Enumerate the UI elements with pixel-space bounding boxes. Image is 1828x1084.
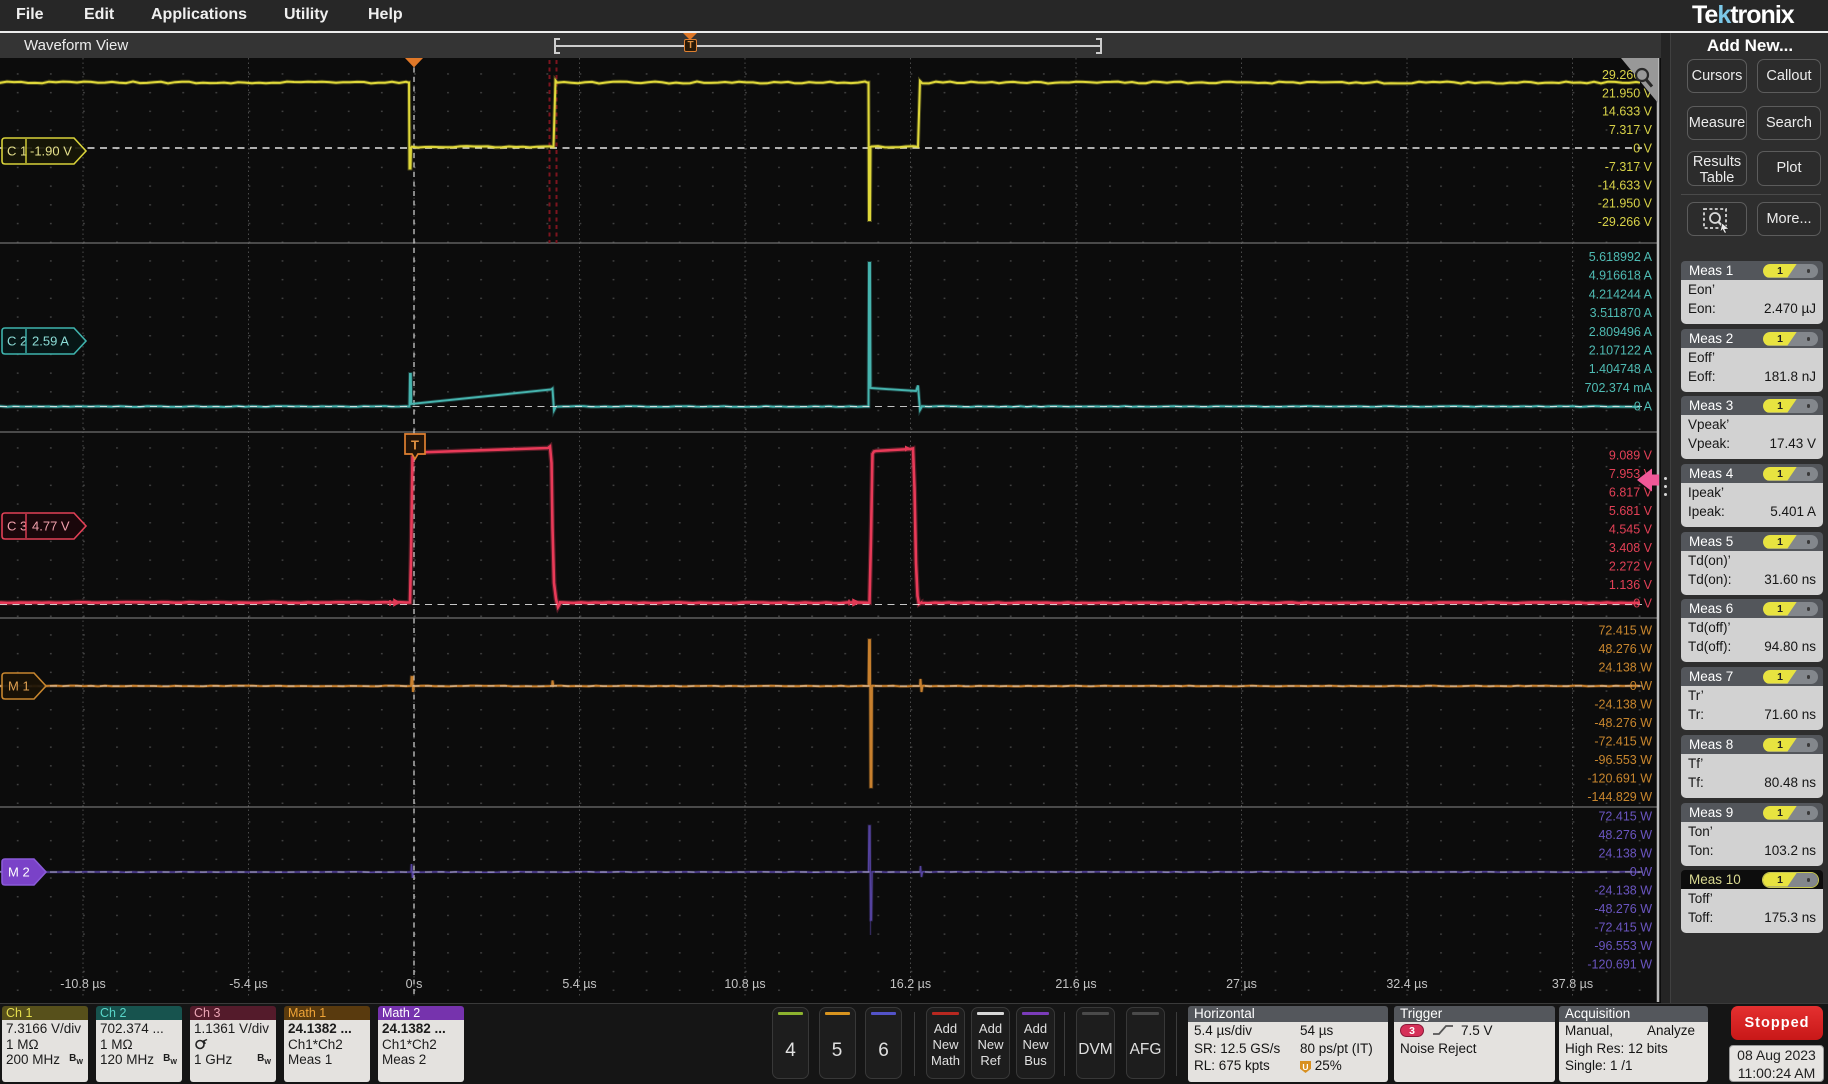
svg-text:0 W: 0 W (1630, 865, 1652, 879)
svg-text:-96.553 W: -96.553 W (1594, 753, 1652, 767)
svg-text:5.681 V: 5.681 V (1609, 504, 1653, 518)
svg-text:24.138 W: 24.138 W (1598, 847, 1652, 861)
svg-text:21.6 µs: 21.6 µs (1055, 977, 1096, 991)
svg-text:3.408 V: 3.408 V (1609, 541, 1653, 555)
svg-text:-48.276 W: -48.276 W (1594, 716, 1652, 730)
svg-text:48.276 W: 48.276 W (1598, 828, 1652, 842)
svg-text:-144.829 W: -144.829 W (1587, 790, 1652, 804)
svg-text:M 2: M 2 (8, 865, 30, 880)
svg-text:32.4 µs: 32.4 µs (1386, 977, 1427, 991)
svg-text:-24.138 W: -24.138 W (1594, 884, 1652, 898)
svg-text:27 µs: 27 µs (1226, 977, 1257, 991)
svg-text:10.8 µs: 10.8 µs (724, 977, 765, 991)
svg-text:1.136 V: 1.136 V (1609, 578, 1653, 592)
svg-text:24.138 W: 24.138 W (1598, 661, 1652, 675)
svg-text:0 W: 0 W (1630, 679, 1652, 693)
svg-text:-120.691 W: -120.691 W (1587, 772, 1652, 786)
svg-text:-14.633 V: -14.633 V (1598, 178, 1653, 192)
svg-text:7.317 V: 7.317 V (1609, 123, 1653, 137)
svg-text:-72.415 W: -72.415 W (1594, 921, 1652, 935)
svg-text:-29.266 V: -29.266 V (1598, 215, 1653, 229)
svg-text:2.272 V: 2.272 V (1609, 560, 1653, 574)
svg-text:16.2 µs: 16.2 µs (890, 977, 931, 991)
svg-text:-24.138 W: -24.138 W (1594, 698, 1652, 712)
svg-text:48.276 W: 48.276 W (1598, 642, 1652, 656)
svg-text:C 2: C 2 (7, 334, 27, 349)
svg-text:72.415 W: 72.415 W (1598, 810, 1652, 824)
svg-text:-21.950 V: -21.950 V (1598, 197, 1653, 211)
svg-text:6.817 V: 6.817 V (1609, 486, 1653, 500)
svg-text:T: T (411, 438, 419, 453)
svg-text:-120.691 W: -120.691 W (1587, 958, 1652, 972)
svg-text:-72.415 W: -72.415 W (1594, 735, 1652, 749)
svg-text:4.916618 A: 4.916618 A (1589, 269, 1653, 283)
svg-text:0 s: 0 s (406, 977, 423, 991)
svg-text:-1.90 V: -1.90 V (30, 144, 72, 159)
svg-text:C 1: C 1 (7, 144, 27, 159)
svg-text:-96.553 W: -96.553 W (1594, 939, 1652, 953)
svg-text:4.214244 A: 4.214244 A (1589, 287, 1653, 301)
svg-text:2.809496 A: 2.809496 A (1589, 325, 1653, 339)
svg-text:0 V: 0 V (1633, 142, 1652, 156)
svg-text:-48.276 W: -48.276 W (1594, 902, 1652, 916)
svg-text:702.374 mA: 702.374 mA (1585, 381, 1653, 395)
svg-text:2.59 A: 2.59 A (32, 334, 69, 349)
svg-text:0 V: 0 V (1633, 597, 1652, 611)
svg-text:37.8 µs: 37.8 µs (1552, 977, 1593, 991)
svg-text:C 3: C 3 (7, 519, 27, 534)
svg-text:-7.317 V: -7.317 V (1605, 160, 1653, 174)
svg-text:2.107122 A: 2.107122 A (1589, 344, 1653, 358)
svg-text:0 A: 0 A (1634, 400, 1653, 414)
svg-text:1.404748 A: 1.404748 A (1589, 362, 1653, 376)
svg-text:5.618992 A: 5.618992 A (1589, 250, 1653, 264)
svg-text:14.633 V: 14.633 V (1602, 105, 1653, 119)
svg-text:21.950 V: 21.950 V (1602, 86, 1653, 100)
svg-text:4.545 V: 4.545 V (1609, 523, 1653, 537)
svg-text:9.089 V: 9.089 V (1609, 449, 1653, 463)
svg-text:72.415 W: 72.415 W (1598, 624, 1652, 638)
svg-text:M 1: M 1 (8, 679, 30, 694)
svg-text:3.511870 A: 3.511870 A (1590, 306, 1653, 320)
svg-text:5.4 µs: 5.4 µs (562, 977, 596, 991)
svg-text:-10.8 µs: -10.8 µs (60, 977, 105, 991)
svg-text:-5.4 µs: -5.4 µs (229, 977, 267, 991)
svg-text:4.77 V: 4.77 V (32, 519, 70, 534)
